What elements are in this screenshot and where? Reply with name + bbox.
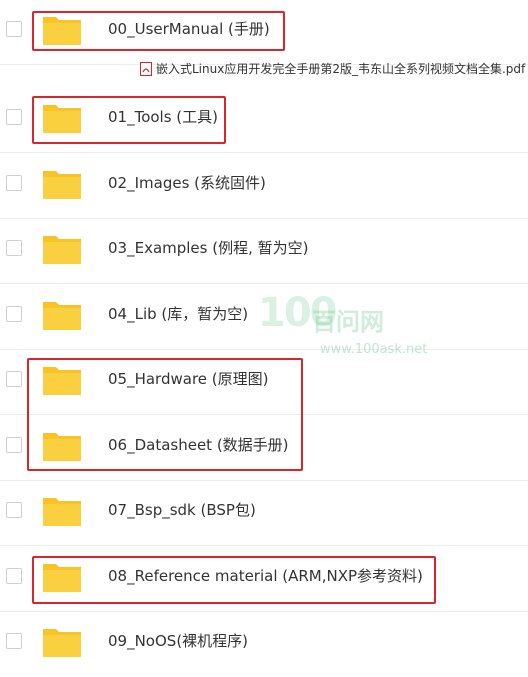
folder-name[interactable]: 06_Datasheet (数据手册) <box>108 435 289 455</box>
folder-icon <box>43 564 81 592</box>
folder-name[interactable]: 08_Reference material (ARM,NXP参考资料) <box>108 566 423 586</box>
folder-icon <box>43 17 81 45</box>
folder-row[interactable]: 09_NoOS(裸机程序) <box>0 612 528 677</box>
folder-icon <box>43 171 81 199</box>
row-checkbox[interactable] <box>6 502 22 518</box>
folder-icon <box>43 105 81 133</box>
folder-icon <box>43 367 81 395</box>
folder-row[interactable]: 00_UserManual (手册) <box>0 0 528 65</box>
folder-icon <box>43 302 81 330</box>
folder-icon <box>43 498 81 526</box>
row-checkbox[interactable] <box>6 240 22 256</box>
folder-icon <box>43 433 81 461</box>
row-checkbox[interactable] <box>6 371 22 387</box>
pdf-icon <box>140 62 152 76</box>
row-checkbox[interactable] <box>6 568 22 584</box>
folder-row[interactable]: 05_Hardware (原理图) <box>0 350 528 415</box>
row-checkbox[interactable] <box>6 109 22 125</box>
row-checkbox[interactable] <box>6 21 22 37</box>
folder-name[interactable]: 09_NoOS(裸机程序) <box>108 631 248 651</box>
folder-row[interactable]: 01_Tools (工具) <box>0 88 528 153</box>
row-checkbox[interactable] <box>6 437 22 453</box>
folder-row[interactable]: 08_Reference material (ARM,NXP参考资料) <box>0 547 528 612</box>
folder-row[interactable]: 06_Datasheet (数据手册) <box>0 416 528 481</box>
folder-name[interactable]: 04_Lib (库，暂为空) <box>108 304 248 324</box>
folder-row[interactable]: 03_Examples (例程, 暂为空) <box>0 219 528 284</box>
folder-icon <box>43 629 81 657</box>
row-checkbox[interactable] <box>6 175 22 191</box>
folder-name[interactable]: 01_Tools (工具) <box>108 107 218 127</box>
folder-name[interactable]: 02_Images (系统固件) <box>108 173 266 193</box>
folder-name[interactable]: 00_UserManual (手册) <box>108 19 270 39</box>
row-checkbox[interactable] <box>6 306 22 322</box>
folder-row[interactable]: 02_Images (系统固件) <box>0 154 528 219</box>
pdf-file-name[interactable]: 嵌入式Linux应用开发完全手册第2版_韦东山全系列视频文档全集.pdf <box>156 62 525 76</box>
folder-icon <box>43 236 81 264</box>
row-checkbox[interactable] <box>6 633 22 649</box>
folder-name[interactable]: 05_Hardware (原理图) <box>108 369 268 389</box>
folder-row[interactable]: 07_Bsp_sdk (BSP包) <box>0 481 528 546</box>
folder-row[interactable]: 04_Lib (库，暂为空) <box>0 285 528 350</box>
folder-name[interactable]: 03_Examples (例程, 暂为空) <box>108 238 309 258</box>
folder-name[interactable]: 07_Bsp_sdk (BSP包) <box>108 500 256 520</box>
pdf-file-item[interactable]: 嵌入式Linux应用开发完全手册第2版_韦东山全系列视频文档全集.pdf <box>140 60 525 78</box>
